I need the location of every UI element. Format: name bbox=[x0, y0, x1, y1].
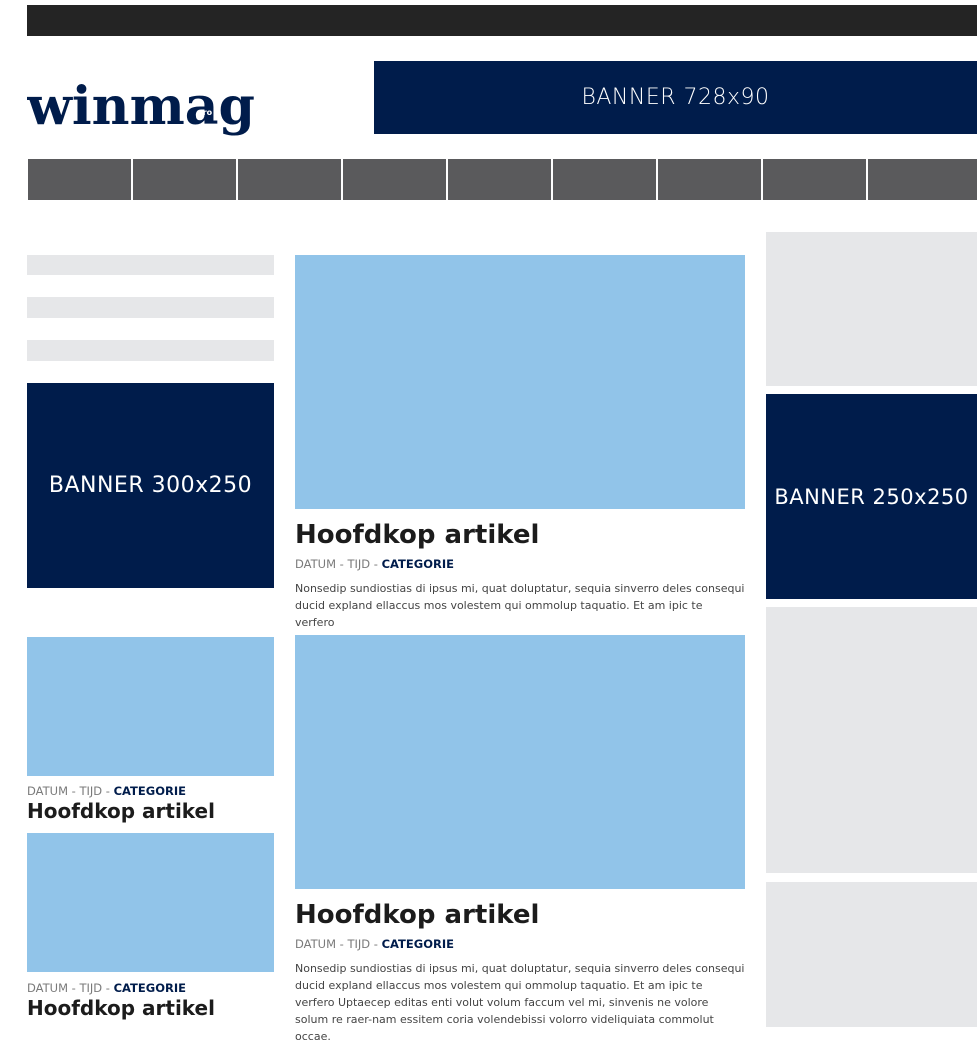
main-article-1-image[interactable] bbox=[295, 255, 745, 509]
nav-item-5[interactable] bbox=[448, 159, 551, 200]
side-article-1-title[interactable]: Hoofdkop artikel bbox=[27, 799, 215, 823]
nav-item-8[interactable] bbox=[763, 159, 866, 200]
left-placeholder-bar-1 bbox=[27, 255, 274, 275]
nav-item-2[interactable] bbox=[133, 159, 236, 200]
nav-item-3[interactable] bbox=[238, 159, 341, 200]
right-placeholder-block-2 bbox=[766, 607, 977, 873]
right-placeholder-block-3 bbox=[766, 882, 977, 1027]
side-article-2-title[interactable]: Hoofdkop artikel bbox=[27, 996, 215, 1020]
main-article-1-title[interactable]: Hoofdkop artikel bbox=[295, 520, 539, 550]
main-article-2-meta: DATUM - TIJD - CATEGORIE bbox=[295, 937, 454, 951]
svg-text:pro: pro bbox=[197, 108, 213, 117]
nav-item-9[interactable] bbox=[868, 159, 977, 200]
main-article-1-excerpt: Nonsedip sundiostias di ipsus mi, quat d… bbox=[295, 582, 745, 629]
banner-300x250-label: BANNER 300x250 bbox=[48, 473, 253, 498]
main-article-2-title[interactable]: Hoofdkop artikel bbox=[295, 900, 539, 930]
banner-300x250[interactable]: BANNER 300x250 bbox=[27, 383, 274, 588]
main-article-2-excerpt: Nonsedip sundiostias di ipsus mi, quat d… bbox=[295, 962, 745, 1043]
nav-item-1[interactable] bbox=[28, 159, 131, 200]
svg-text:winmag: winmag bbox=[27, 76, 255, 137]
side-article-1-meta: DATUM - TIJD - CATEGORIE bbox=[27, 784, 186, 798]
winmag-logo[interactable]: winmag pro bbox=[26, 74, 257, 140]
side-article-2-meta: DATUM - TIJD - CATEGORIE bbox=[27, 981, 186, 995]
banner-728x90-label: BANNER 728x90 bbox=[581, 85, 770, 110]
main-article-1-meta: DATUM - TIJD - CATEGORIE bbox=[295, 557, 454, 571]
main-nav bbox=[28, 159, 977, 200]
top-bar bbox=[27, 5, 977, 36]
nav-item-4[interactable] bbox=[343, 159, 446, 200]
logo-wordmark: winmag pro bbox=[26, 76, 255, 137]
left-placeholder-bar-2 bbox=[27, 297, 274, 318]
nav-item-6[interactable] bbox=[553, 159, 656, 200]
nav-item-7[interactable] bbox=[658, 159, 761, 200]
main-article-2-image[interactable] bbox=[295, 635, 745, 889]
banner-728x90[interactable]: BANNER 728x90 bbox=[374, 61, 977, 134]
side-article-2-image[interactable] bbox=[27, 833, 274, 972]
side-article-1-image[interactable] bbox=[27, 637, 274, 776]
banner-250x250[interactable]: BANNER 250x250 bbox=[766, 394, 977, 599]
banner-250x250-label: BANNER 250x250 bbox=[774, 484, 969, 509]
right-placeholder-block-1 bbox=[766, 232, 977, 386]
left-placeholder-bar-3 bbox=[27, 340, 274, 361]
